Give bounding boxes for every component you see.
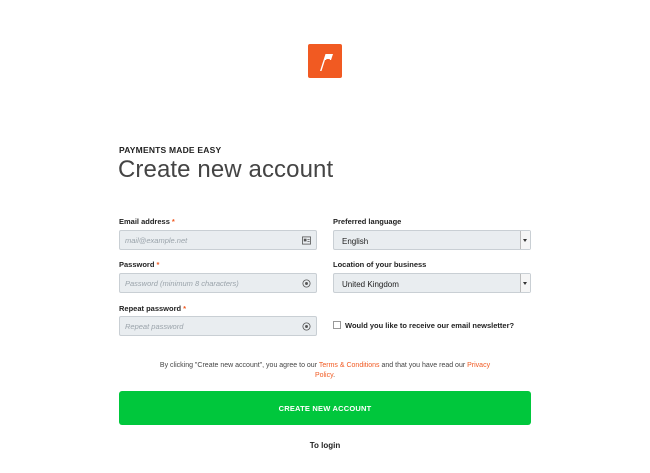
location-label: Location of your business [333,260,427,269]
location-select[interactable]: United Kingdom [333,273,531,293]
terms-link[interactable]: Terms & Conditions [319,362,380,369]
location-value: United Kingdom [342,280,399,289]
page-title: Create new account [118,156,334,183]
terms-text-after: . [333,372,336,379]
terms-text-before: By clicking "Create new account", you ag… [159,362,319,369]
password-field-wrapper [119,273,317,293]
repeat-password-field[interactable] [120,317,316,335]
newsletter-checkbox[interactable] [333,321,341,329]
logo-mark-icon [320,54,333,71]
repeat-password-field-wrapper [119,316,317,336]
email-field-wrapper [119,230,317,250]
language-value: English [342,237,369,246]
login-link[interactable]: To login [0,441,650,450]
tagline: PAYMENTS MADE EASY [119,145,222,155]
password-label-text: Password [119,260,155,269]
password-field[interactable] [120,274,316,292]
repeat-password-label: Repeat password * [119,304,186,313]
password-label: Password * [119,260,159,269]
email-label: Email address * [119,217,175,226]
language-select[interactable]: English [333,230,531,250]
language-label: Preferred language [333,217,402,226]
email-label-text: Email address [119,217,170,226]
chevron-down-icon[interactable] [520,231,530,249]
id-card-icon[interactable] [302,236,311,245]
chevron-down-icon[interactable] [520,274,530,292]
required-marker: * [183,304,187,313]
create-account-button[interactable]: CREATE NEW ACCOUNT [119,391,531,425]
eye-icon[interactable] [302,322,311,331]
terms-text-middle: and that you have read our [379,362,468,369]
repeat-password-label-text: Repeat password [119,304,182,313]
terms-notice: By clicking "Create new account", you ag… [150,361,500,381]
email-field[interactable] [120,231,316,249]
required-marker: * [171,217,175,226]
paymill-logo [308,44,342,78]
eye-icon[interactable] [302,279,311,288]
newsletter-label[interactable]: Would you like to receive our email news… [345,321,514,330]
required-marker: * [156,260,160,269]
